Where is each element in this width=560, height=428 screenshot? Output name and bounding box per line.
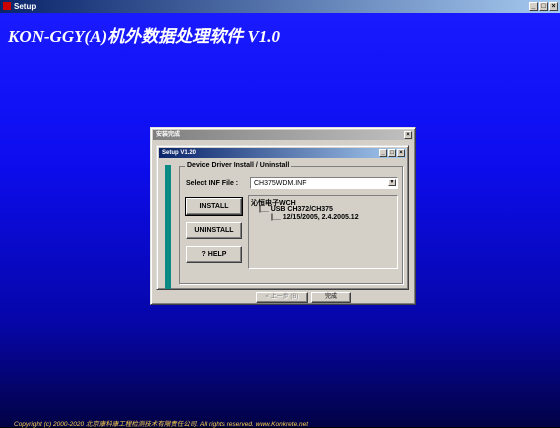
banner-title: KON-GGY(A)机外数据处理软件 V1.0 xyxy=(8,27,280,46)
driver-info-panel: 沁恒电子WCH |__ USB CH372/CH375 |__ 12/15/20… xyxy=(248,195,398,269)
setup-maximize-button[interactable]: □ xyxy=(388,149,396,157)
setup-close-button[interactable]: × xyxy=(397,149,405,157)
teal-side-strip xyxy=(165,165,171,289)
finish-button[interactable]: 完成 xyxy=(311,292,351,303)
help-button[interactable]: ? HELP xyxy=(186,246,242,263)
inf-file-value: CH375WDM.INF xyxy=(254,180,307,187)
install-complete-close-button[interactable]: × xyxy=(404,131,412,139)
setup-dialog: Setup V1.20 _ □ × Device Driver Install … xyxy=(156,145,409,290)
outer-titlebar: Setup _ □ × xyxy=(0,0,560,13)
install-complete-title: 安装完成 xyxy=(156,132,181,138)
minimize-button[interactable]: _ xyxy=(529,2,538,11)
driver-group-label: Device Driver Install / Uninstall xyxy=(185,162,292,169)
setup-minimize-button[interactable]: _ xyxy=(379,149,387,157)
close-button[interactable]: × xyxy=(549,2,558,11)
install-complete-window: 安装完成 × Setup V1.20 _ □ × Device Driver I… xyxy=(150,127,416,305)
app-icon xyxy=(3,2,11,10)
chevron-down-icon[interactable]: ▼ xyxy=(388,179,396,186)
driver-group-box: Device Driver Install / Uninstall Select… xyxy=(179,162,403,284)
back-button[interactable]: < 上一步 (B) xyxy=(256,292,308,303)
inf-file-select[interactable]: CH375WDM.INF ▼ xyxy=(250,177,398,189)
uninstall-button[interactable]: UNINSTALL xyxy=(186,222,242,239)
install-complete-titlebar: 安装完成 × xyxy=(153,130,413,140)
install-button[interactable]: INSTALL xyxy=(185,197,243,216)
info-device: |__ USB CH372/CH375 xyxy=(259,206,333,213)
setup-dialog-title: Setup V1.20 xyxy=(162,150,197,156)
maximize-button[interactable]: □ xyxy=(539,2,548,11)
info-version: |__ 12/15/2005, 2.4.2005.12 xyxy=(271,214,359,221)
setup-dialog-controls: _ □ × xyxy=(379,149,405,157)
setup-dialog-titlebar: Setup V1.20 _ □ × xyxy=(159,148,406,158)
outer-window-title: Setup xyxy=(14,2,37,11)
select-inf-label: Select INF File : xyxy=(186,180,239,187)
outer-window-controls: _ □ × xyxy=(529,2,558,11)
